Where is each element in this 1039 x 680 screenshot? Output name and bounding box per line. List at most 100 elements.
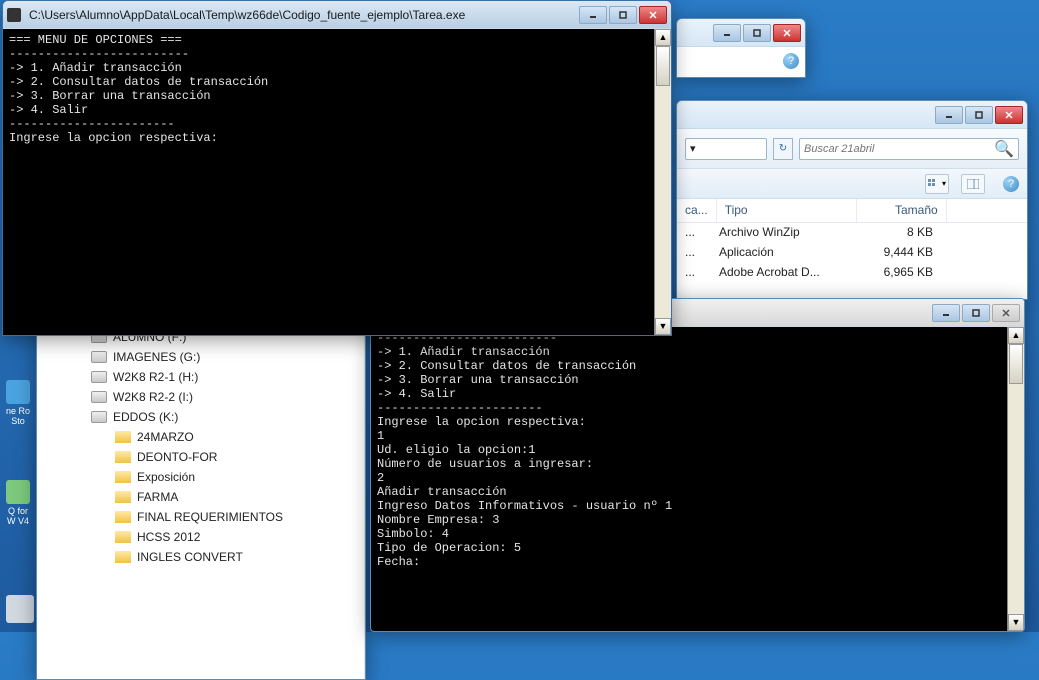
folder-item[interactable]: INGLES CONVERT (37, 547, 364, 567)
explorer-left-window: Diseño (D:) VStudio (E:) ALUMNO (F:) IMA… (36, 280, 366, 680)
generic-icon (6, 595, 34, 623)
console-output[interactable]: === MENU DE OPCIONES === ---------------… (3, 29, 654, 335)
folder-icon (115, 491, 131, 503)
scrollbar[interactable]: ▲ ▼ (1007, 327, 1024, 631)
cell-tipo: Adobe Acrobat D... (711, 263, 851, 283)
folder-item[interactable]: FARMA (37, 487, 364, 507)
minimize-button[interactable] (932, 304, 960, 322)
folder-icon (115, 431, 131, 443)
folder-label: FINAL REQUERIMIENTOS (137, 510, 283, 524)
window-title: C:\Users\Alumno\AppData\Local\Temp\wz66d… (25, 8, 575, 22)
folder-icon (115, 511, 131, 523)
titlebar[interactable] (677, 101, 1027, 129)
drive-item[interactable]: EDDOS (K:) (37, 407, 364, 427)
folder-tree[interactable]: Diseño (D:) VStudio (E:) ALUMNO (F:) IMA… (37, 281, 365, 679)
folder-label: FARMA (137, 490, 178, 504)
help-icon[interactable]: ? (783, 53, 799, 69)
drive-label: W2K8 R2-2 (I:) (113, 390, 193, 404)
console-window-1: C:\Users\Alumno\AppData\Local\Temp\wz66d… (2, 0, 672, 336)
window-bg-small: ? (676, 18, 806, 78)
folder-label: Exposición (137, 470, 195, 484)
drive-icon (91, 371, 107, 383)
desktop-icon-remote[interactable]: ne Ro Sto (3, 380, 33, 426)
scroll-down-button[interactable]: ▼ (655, 318, 671, 335)
cell-tam: 9,444 KB (851, 243, 941, 263)
drive-item[interactable]: W2K8 R2-1 (H:) (37, 367, 364, 387)
view-mode-button[interactable]: ▾ (925, 174, 949, 194)
maximize-button[interactable] (609, 6, 637, 24)
maximize-button[interactable] (743, 24, 771, 42)
cell-tam: 6,965 KB (851, 263, 941, 283)
scroll-down-button[interactable]: ▼ (1008, 614, 1024, 631)
explorer-menubar: ▾ ? (677, 169, 1027, 199)
search-icon[interactable]: 🔍 (994, 139, 1014, 159)
scroll-track[interactable] (1008, 344, 1024, 614)
folder-icon (115, 531, 131, 543)
column-header-tipo[interactable]: Tipo (717, 199, 857, 222)
drive-icon (91, 411, 107, 423)
close-button[interactable] (995, 106, 1023, 124)
scroll-track[interactable] (655, 46, 671, 318)
address-bar[interactable]: ▾ (685, 138, 767, 160)
app-icon (7, 8, 21, 22)
q-app-icon (6, 480, 30, 504)
generic-shortcut-icon (6, 380, 30, 404)
search-box[interactable]: 🔍 (799, 138, 1019, 160)
explorer-toolbar: ▾ ↻ 🔍 (677, 129, 1027, 169)
list-header: ca... Tipo Tamaño (677, 199, 1027, 223)
scrollbar[interactable]: ▲ ▼ (654, 29, 671, 335)
folder-item[interactable]: FINAL REQUERIMIENTOS (37, 507, 364, 527)
drive-label: EDDOS (K:) (113, 410, 178, 424)
file-list[interactable]: ca... Tipo Tamaño ...Archivo WinZip8 KB … (677, 199, 1027, 299)
drive-item[interactable]: IMAGENES (G:) (37, 347, 364, 367)
scroll-thumb[interactable] (1009, 344, 1023, 384)
cell-tipo: Archivo WinZip (711, 223, 851, 243)
scroll-thumb[interactable] (656, 46, 670, 86)
scroll-up-button[interactable]: ▲ (1008, 327, 1024, 344)
folder-label: DEONTO-FOR (137, 450, 217, 464)
folder-label: INGLES CONVERT (137, 550, 243, 564)
desktop-icon-generic[interactable] (5, 595, 35, 625)
file-row[interactable]: ...Adobe Acrobat D...6,965 KB (677, 263, 1027, 283)
drive-icon (91, 351, 107, 363)
file-row[interactable]: ...Aplicación9,444 KB (677, 243, 1027, 263)
help-icon[interactable]: ? (1003, 176, 1019, 192)
desktop-icon-q[interactable]: Q for W V4 (3, 480, 33, 526)
folder-item[interactable]: Exposición (37, 467, 364, 487)
minimize-button[interactable] (579, 6, 607, 24)
maximize-button[interactable] (962, 304, 990, 322)
explorer-right-window: ▾ ↻ 🔍 ▾ ? ca... Tipo Tamaño ...Archivo W… (676, 100, 1028, 300)
drive-icon (91, 391, 107, 403)
drive-label: W2K8 R2-1 (H:) (113, 370, 198, 384)
folder-label: HCSS 2012 (137, 530, 200, 544)
minimize-button[interactable] (935, 106, 963, 124)
minimize-button[interactable] (713, 24, 741, 42)
close-button[interactable] (639, 6, 667, 24)
file-row[interactable]: ...Archivo WinZip8 KB (677, 223, 1027, 243)
drive-item[interactable]: W2K8 R2-2 (I:) (37, 387, 364, 407)
desktop-icon-label: Q for W V4 (7, 506, 29, 526)
folder-item[interactable]: 24MARZO (37, 427, 364, 447)
folder-label: 24MARZO (137, 430, 194, 444)
scroll-up-button[interactable]: ▲ (655, 29, 671, 46)
preview-pane-button[interactable] (961, 174, 985, 194)
folder-item[interactable]: HCSS 2012 (37, 527, 364, 547)
folder-icon (115, 471, 131, 483)
console-window-2: go_fuente_ejemplo\Tarea.exe ------------… (370, 298, 1025, 632)
titlebar[interactable] (677, 19, 805, 47)
refresh-button[interactable]: ↻ (773, 138, 793, 160)
desktop-icon-label: ne Ro Sto (6, 406, 30, 426)
titlebar[interactable]: C:\Users\Alumno\AppData\Local\Temp\wz66d… (3, 1, 671, 29)
maximize-button[interactable] (965, 106, 993, 124)
cell-tipo: Aplicación (711, 243, 851, 263)
close-button[interactable] (992, 304, 1020, 322)
column-header-name-cut[interactable]: ca... (677, 199, 717, 222)
column-header-tamano[interactable]: Tamaño (857, 199, 947, 222)
folder-icon (115, 551, 131, 563)
folder-item[interactable]: DEONTO-FOR (37, 447, 364, 467)
cell-tam: 8 KB (851, 223, 941, 243)
close-button[interactable] (773, 24, 801, 42)
console-output[interactable]: ------------------------- -> 1. Añadir t… (371, 327, 1007, 631)
search-input[interactable] (804, 143, 994, 155)
folder-icon (115, 451, 131, 463)
